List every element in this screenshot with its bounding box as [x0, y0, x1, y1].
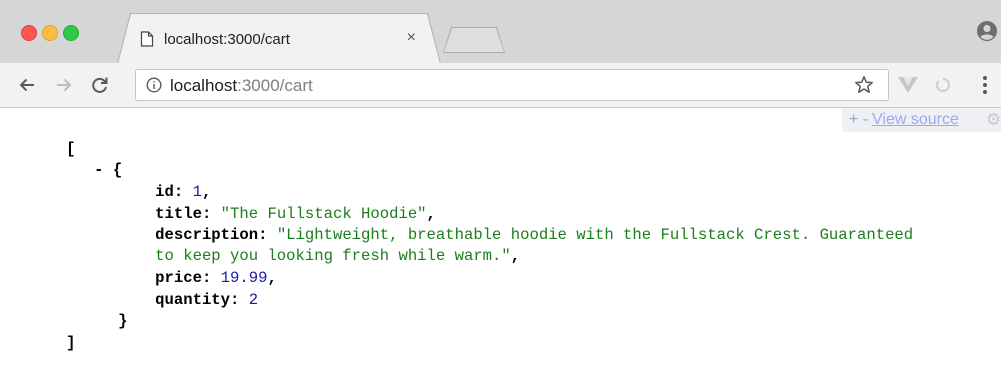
info-icon[interactable]: [146, 77, 162, 93]
menu-icon[interactable]: [982, 75, 988, 95]
vue-devtools-extension-icon[interactable]: [898, 76, 918, 94]
json-key: quantity:: [155, 291, 240, 310]
expand-collapse-toggle[interactable]: + -: [849, 111, 868, 129]
back-arrow-icon[interactable]: [17, 75, 37, 95]
page-icon: [140, 31, 154, 47]
address-bar[interactable]: localhost:3000/cart: [135, 69, 889, 101]
new-tab-button[interactable]: [444, 28, 504, 52]
forward-arrow-icon[interactable]: [54, 75, 74, 95]
url-text: localhost:3000/cart: [170, 76, 313, 96]
close-bracket: ]: [66, 334, 76, 353]
profile-icon[interactable]: [976, 20, 998, 42]
tab-active[interactable]: localhost:3000/cart ×: [118, 14, 440, 64]
json-value: 2: [248, 291, 259, 310]
tab-title: localhost:3000/cart: [164, 31, 290, 48]
tab-strip: localhost:3000/cart ×: [0, 0, 1001, 63]
gear-icon[interactable]: ⚙: [986, 110, 1001, 130]
browser-toolbar: localhost:3000/cart: [0, 63, 1001, 108]
view-source-link[interactable]: View source: [872, 111, 959, 129]
reload-icon[interactable]: [90, 75, 110, 95]
close-window-button[interactable]: [21, 25, 37, 41]
tab-close-button[interactable]: ×: [407, 29, 416, 47]
minimize-window-button[interactable]: [42, 25, 58, 41]
page-content: + - View source ⚙ [ - { id: 1, title: "T…: [0, 108, 1001, 352]
json-viewer-toolbar: + - View source ⚙: [842, 108, 1001, 132]
extension-icon[interactable]: [936, 78, 950, 92]
item-close: }: [118, 312, 128, 331]
zoom-window-button[interactable]: [63, 25, 79, 41]
url-host: localhost: [170, 76, 238, 95]
url-path: :3000/cart: [237, 76, 313, 95]
star-icon[interactable]: [854, 75, 874, 95]
